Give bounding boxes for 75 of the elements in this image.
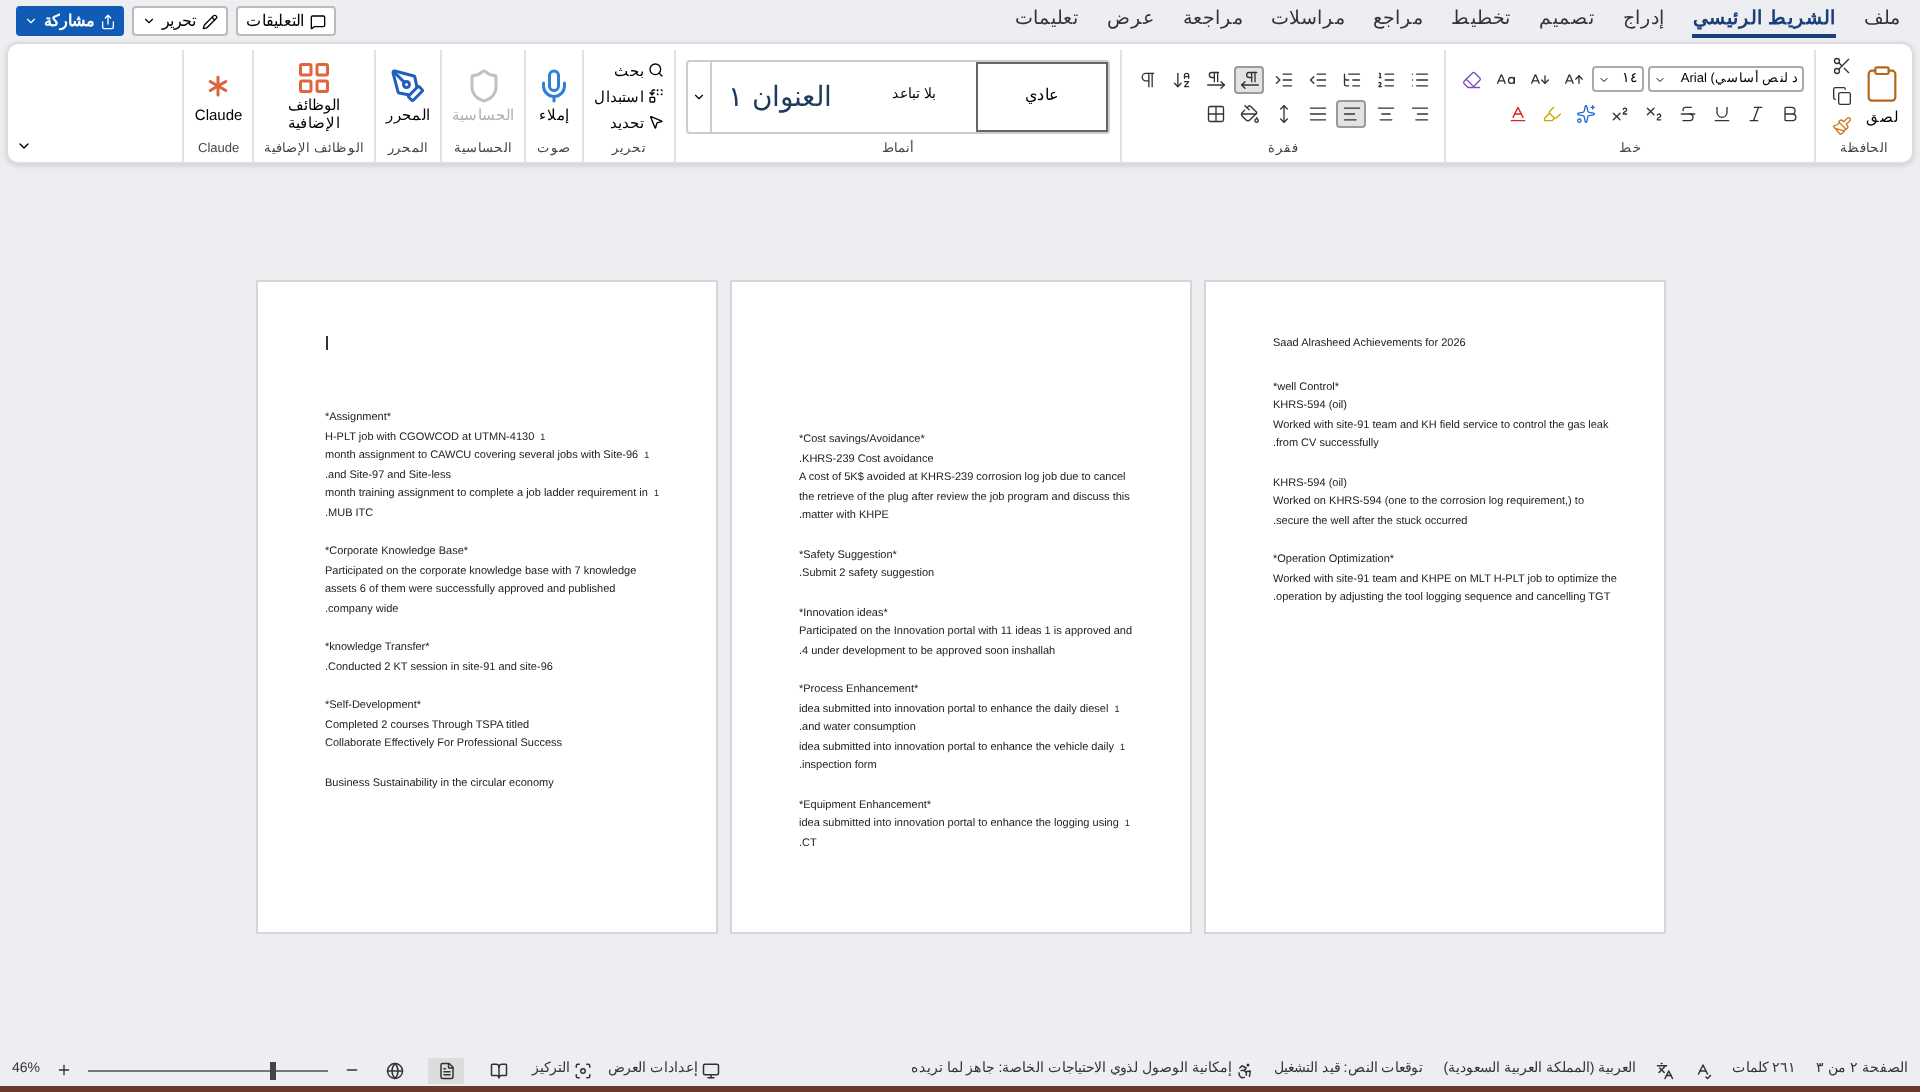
- caret-icon: [1598, 73, 1610, 86]
- shading-icon: [1239, 103, 1259, 124]
- pen-icon: [390, 67, 426, 104]
- shield-icon: [465, 67, 501, 104]
- ltr-icon: [1205, 69, 1225, 90]
- collapse-ribbon-icon[interactable]: [16, 138, 32, 154]
- comments-button[interactable]: التعليقات: [236, 6, 336, 36]
- caret-icon: [692, 89, 706, 104]
- caret-icon: [1654, 73, 1666, 86]
- accessibility-icon: [1235, 1061, 1254, 1079]
- style-option[interactable]: عادي: [976, 61, 1108, 132]
- highlight-icon: [1541, 103, 1561, 124]
- ribbon-tab[interactable]: تصميم: [1538, 5, 1595, 37]
- indent-decrease-icon: [1307, 69, 1327, 90]
- ribbon-tab[interactable]: الشريط الرئيسي: [1692, 5, 1836, 37]
- italic-icon: [1745, 103, 1765, 124]
- copy-icon: [1831, 86, 1851, 107]
- bold-icon: [1779, 103, 1799, 124]
- clear-formatting-icon: [1461, 69, 1481, 90]
- clipboard-icon: [1862, 64, 1902, 105]
- grow-font-icon: [1563, 69, 1583, 90]
- justify-icon: [1307, 103, 1327, 124]
- book-icon: [489, 1061, 508, 1079]
- zoom-slider-thumb[interactable]: [270, 1061, 277, 1079]
- align-right-icon: [1409, 103, 1429, 124]
- comment-icon: [310, 13, 326, 29]
- caret-icon: [24, 14, 38, 28]
- format-painter-icon: [1831, 116, 1851, 137]
- text-effects-icon: [1575, 103, 1595, 124]
- pencil-icon: [202, 13, 218, 29]
- replace-icon: [648, 88, 664, 105]
- caret-icon: [142, 14, 156, 28]
- globe-icon: [385, 1061, 404, 1079]
- share-button[interactable]: مشاركة: [16, 6, 124, 36]
- ribbon-tab[interactable]: إدراج: [1622, 5, 1665, 37]
- superscript-icon: [1609, 103, 1629, 124]
- ribbon-tab[interactable]: مراسلات: [1270, 5, 1345, 37]
- ribbon-tab[interactable]: مراجعة: [1182, 5, 1243, 37]
- align-left-icon: [1341, 103, 1361, 124]
- focus-icon: [574, 1061, 593, 1079]
- select-icon: [648, 114, 664, 131]
- monitor-icon: [701, 1061, 720, 1079]
- proofing-icon[interactable]: [1694, 1061, 1713, 1079]
- subscript-icon: [1643, 103, 1663, 124]
- find-icon: [648, 62, 664, 79]
- shrink-font-icon: [1529, 69, 1549, 90]
- indent-increase-icon: [1273, 69, 1293, 90]
- ribbon-tab[interactable]: تعليمات: [1014, 5, 1079, 37]
- sort-icon: [1171, 69, 1191, 90]
- change-case-icon: [1495, 69, 1515, 90]
- rtl-button[interactable]: [1234, 65, 1264, 94]
- rtl-icon: [1239, 69, 1259, 90]
- share-icon: [100, 13, 116, 29]
- page-icon: [437, 1061, 456, 1079]
- align-center-icon: [1375, 103, 1395, 124]
- ribbon-tab[interactable]: ملف: [1864, 5, 1900, 37]
- print-view-button[interactable]: [428, 1057, 465, 1083]
- ribbon-tab[interactable]: عرض: [1106, 5, 1155, 37]
- editing-mode-button[interactable]: تحرير: [132, 6, 228, 36]
- pilcrow-icon: [1137, 69, 1157, 90]
- align-left-button[interactable]: [1336, 99, 1366, 128]
- underline-icon: [1711, 103, 1731, 124]
- style-option[interactable]: العنوان ١: [712, 61, 852, 132]
- ribbon-tab[interactable]: تخطيط: [1450, 5, 1511, 37]
- zoom-in-icon[interactable]: [56, 1062, 73, 1078]
- ribbon-tab[interactable]: مراجع: [1372, 5, 1423, 37]
- grid-icon: [296, 60, 333, 97]
- language-icon[interactable]: [1656, 1061, 1675, 1079]
- borders-icon: [1205, 103, 1225, 124]
- microphone-icon: [536, 67, 572, 104]
- font-color-icon: [1507, 103, 1527, 124]
- strikethrough-icon: [1677, 103, 1697, 124]
- numbering-icon: [1375, 69, 1395, 90]
- cut-icon: [1831, 56, 1851, 77]
- multilevel-icon: [1341, 69, 1361, 90]
